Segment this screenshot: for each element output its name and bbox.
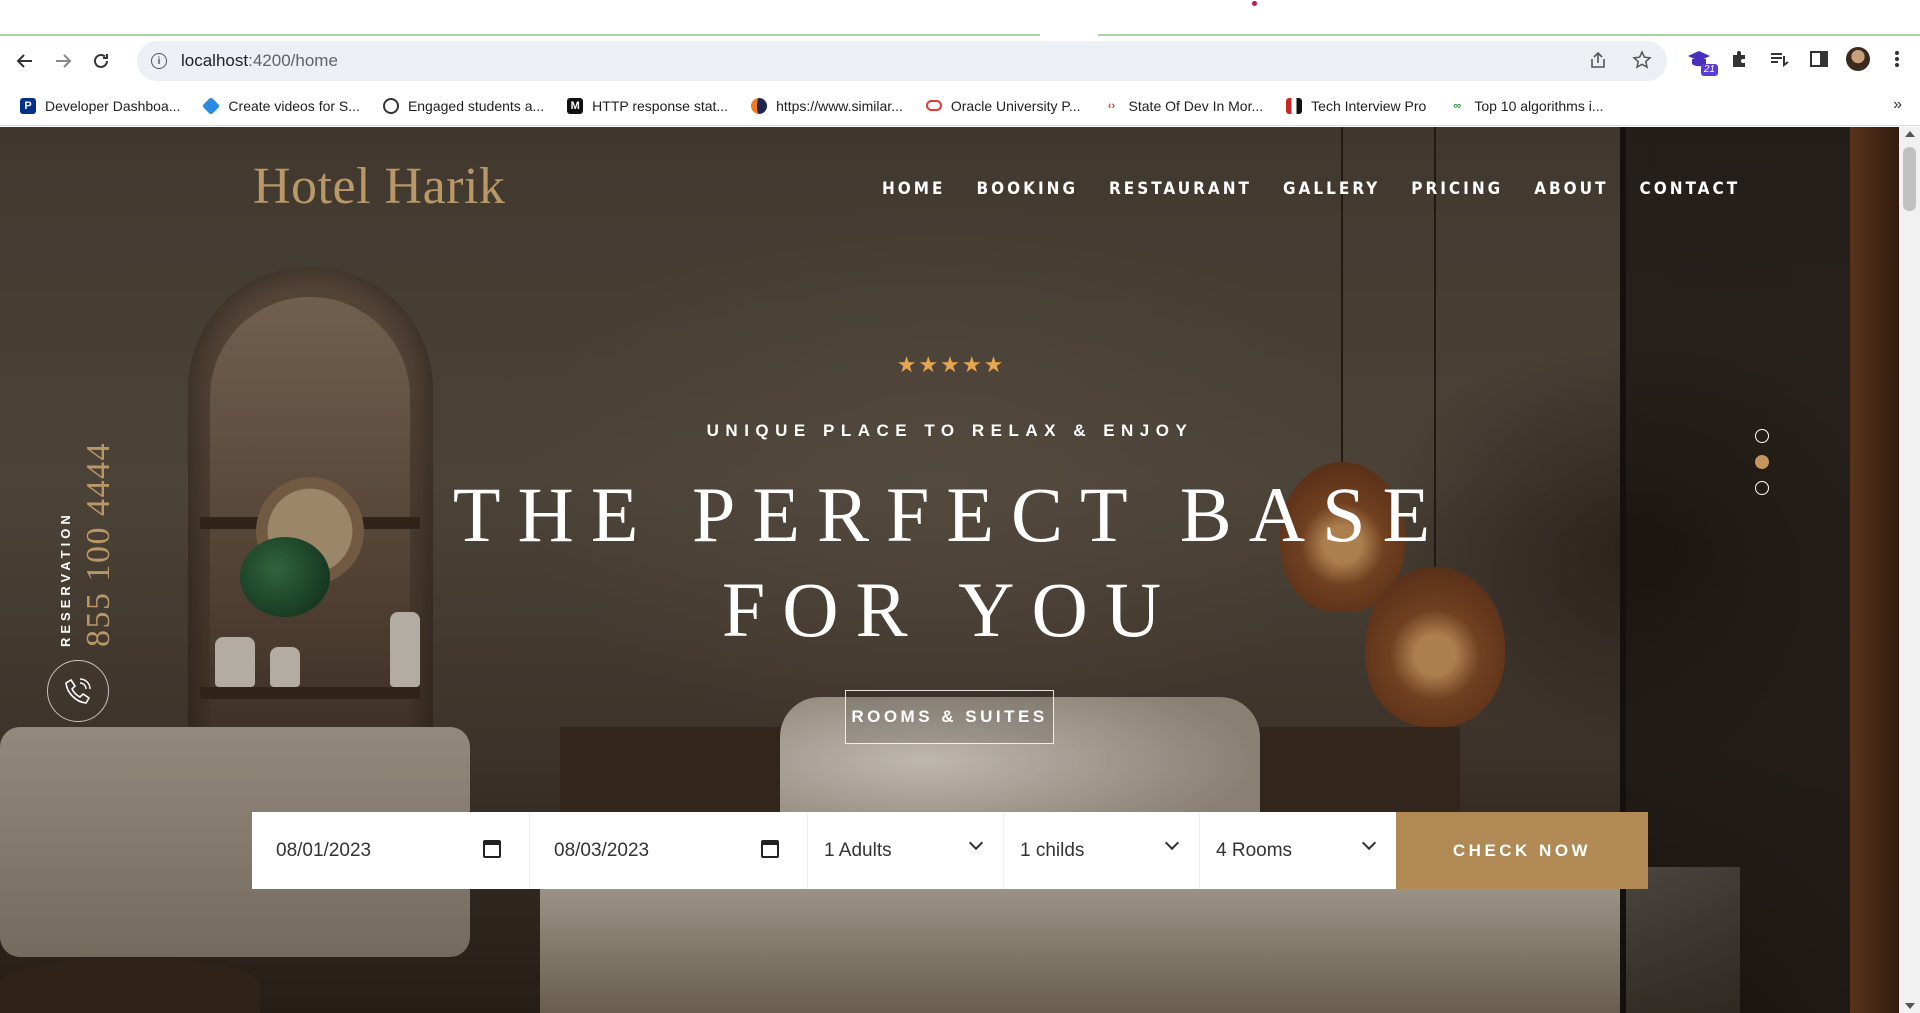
bookmark-item[interactable]: P Developer Dashboa...	[20, 97, 181, 114]
paypal-icon: P	[20, 97, 36, 114]
page-scrollbar[interactable]	[1899, 127, 1920, 1013]
more-options-icon[interactable]	[1884, 46, 1910, 72]
chevron-down-icon	[968, 835, 984, 851]
rooms-suites-button[interactable]: ROOMS & SUITES	[845, 690, 1054, 744]
bookmark-star-icon[interactable]	[1631, 49, 1653, 71]
bookmark-label: Create videos for S...	[228, 97, 360, 114]
slider-dot[interactable]	[1755, 429, 1769, 443]
scroll-down-arrow[interactable]	[1905, 1003, 1915, 1009]
arrow-left-icon	[16, 54, 32, 68]
bookmark-label: Tech Interview Pro	[1311, 97, 1427, 114]
reservation-label: RESERVATION	[58, 511, 73, 647]
back-button[interactable]	[10, 46, 40, 76]
bookmark-label: https://www.similar...	[776, 97, 903, 114]
headline-line-1: THE PERFECT BASE	[452, 471, 1448, 558]
rating-stars: ★★★★★	[896, 352, 1006, 377]
bookmark-item[interactable]: https://www.similar...	[751, 97, 903, 114]
main-nav: HOME BOOKING RESTAURANT GALLERY PRICING …	[882, 179, 1771, 199]
bookmark-label: HTTP response stat...	[592, 97, 729, 114]
arrow-right-icon	[56, 54, 72, 68]
headline-line-2: FOR YOU	[721, 566, 1179, 653]
bookmark-item[interactable]: M HTTP response stat...	[567, 97, 729, 114]
adults-value: 1 Adults	[824, 839, 892, 861]
url-host: localhost	[181, 51, 249, 70]
hero-headline: THE PERFECT BASE FOR YOU	[380, 467, 1520, 657]
oracle-icon	[925, 100, 942, 111]
slider-dot[interactable]	[1755, 481, 1769, 495]
booking-form: 08/01/2023 08/03/2023 1 Adults 1 childs …	[252, 812, 1648, 889]
bookmarks-overflow-icon[interactable]: »	[1893, 96, 1902, 114]
forward-button[interactable]	[48, 46, 78, 76]
bookmark-label: Engaged students a...	[407, 97, 545, 114]
check-in-date-input[interactable]: 08/01/2023	[252, 812, 530, 889]
nav-contact[interactable]: CONTACT	[1640, 179, 1741, 199]
bookmark-item[interactable]: ‹› State Of Dev In Mor...	[1103, 97, 1264, 114]
hero-tagline: UNIQUE PLACE TO RELAX & ENJOY	[706, 421, 1194, 440]
bookmark-label: Oracle University P...	[950, 97, 1081, 114]
childs-select[interactable]: 1 childs	[1004, 812, 1200, 889]
bookmarks-bar: P Developer Dashboa... Create videos for …	[0, 86, 1920, 126]
calendar-icon[interactable]	[761, 840, 779, 858]
scrollbar-thumb[interactable]	[1903, 147, 1916, 211]
reload-icon	[94, 53, 108, 68]
slider-dot-active[interactable]	[1755, 455, 1769, 469]
share-icon[interactable]	[1587, 49, 1609, 71]
tip-icon	[1286, 97, 1303, 114]
globe-icon	[382, 97, 399, 114]
site-info-icon[interactable]: i	[151, 53, 167, 69]
check-in-value: 08/01/2023	[276, 839, 372, 861]
profile-avatar[interactable]	[1846, 47, 1870, 71]
bookmark-label: Top 10 algorithms i...	[1474, 97, 1604, 114]
nav-home[interactable]: HOME	[882, 179, 945, 199]
bookmark-item[interactable]: Create videos for S...	[202, 96, 360, 115]
bookmark-item[interactable]: Tech Interview Pro	[1286, 97, 1427, 114]
media-indicator-dot	[1252, 1, 1257, 6]
bookmark-label: State Of Dev In Mor...	[1128, 97, 1264, 114]
code-icon: ‹›	[1103, 97, 1120, 114]
nav-restaurant[interactable]: RESTAURANT	[1109, 179, 1252, 199]
nav-booking[interactable]: BOOKING	[976, 179, 1078, 199]
page-viewport: Hotel Harik HOME BOOKING RESTAURANT GALL…	[0, 127, 1899, 1013]
adults-select[interactable]: 1 Adults	[808, 812, 1004, 889]
tab-strip	[0, 0, 1920, 36]
extensions-area: 21	[1686, 46, 1910, 76]
chevron-down-icon	[1164, 835, 1180, 851]
reservation-phone[interactable]: 855 100 4444	[80, 442, 118, 647]
reload-button[interactable]	[86, 46, 116, 76]
check-out-date-input[interactable]: 08/03/2023	[530, 812, 808, 889]
childs-value: 1 childs	[1020, 839, 1085, 861]
rooms-select[interactable]: 4 Rooms	[1200, 812, 1396, 889]
graduation-cap-extension-icon[interactable]: 21	[1686, 46, 1718, 76]
side-panel-icon[interactable]	[1806, 46, 1832, 72]
gfg-icon: ∞	[1449, 97, 1466, 114]
browser-toolbar: i localhost:4200/home 21	[0, 36, 1920, 86]
url-path: :4200/home	[248, 51, 338, 70]
address-bar-actions	[1587, 49, 1653, 71]
address-bar[interactable]: i localhost:4200/home	[137, 41, 1667, 81]
bookmark-item[interactable]: ∞ Top 10 algorithms i...	[1449, 97, 1604, 114]
nav-gallery[interactable]: GALLERY	[1283, 179, 1380, 199]
phone-icon	[65, 678, 91, 704]
site-logo[interactable]: Hotel Harik	[253, 157, 505, 216]
url-text: localhost:4200/home	[181, 51, 338, 71]
bookmark-label: Developer Dashboa...	[45, 97, 181, 114]
media-queue-icon[interactable]	[1766, 46, 1792, 72]
bookmark-item[interactable]: Oracle University P...	[925, 97, 1081, 114]
nav-about[interactable]: ABOUT	[1534, 179, 1608, 199]
similarweb-icon	[751, 97, 768, 114]
chevron-down-icon	[1361, 835, 1377, 851]
nav-pricing[interactable]: PRICING	[1411, 179, 1503, 199]
phone-call-button[interactable]	[47, 660, 109, 722]
puzzle-extensions-icon[interactable]	[1726, 46, 1752, 72]
rooms-value: 4 Rooms	[1216, 839, 1293, 861]
mdn-icon: M	[567, 97, 584, 114]
check-out-value: 08/03/2023	[554, 839, 650, 861]
check-now-button[interactable]: CHECK NOW	[1396, 812, 1648, 889]
calendar-icon[interactable]	[483, 840, 501, 858]
slider-dots	[1755, 429, 1769, 495]
bookmark-item[interactable]: Engaged students a...	[382, 97, 545, 114]
diamond-icon	[202, 96, 221, 115]
scroll-up-arrow[interactable]	[1905, 131, 1915, 137]
extension-badge: 21	[1700, 64, 1718, 76]
